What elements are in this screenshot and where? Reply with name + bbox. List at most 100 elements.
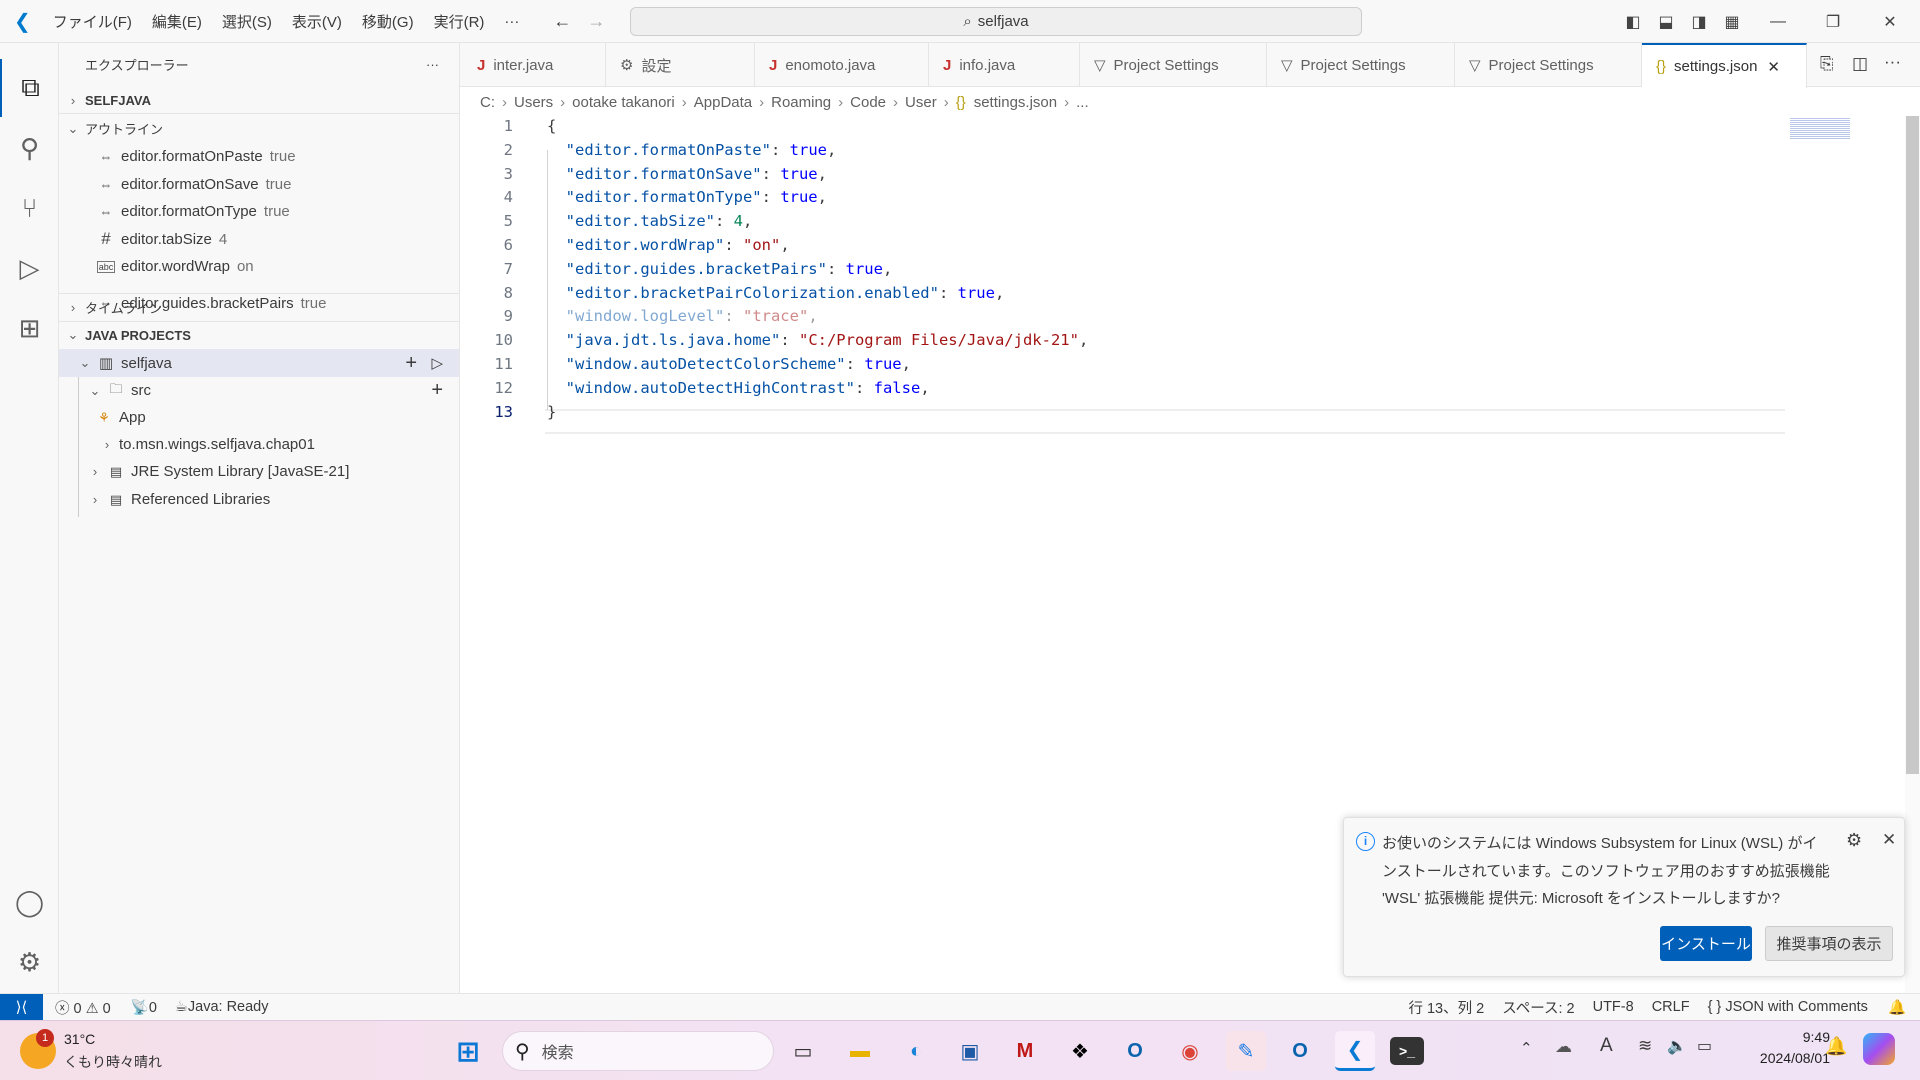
new-outlook-icon[interactable]: O bbox=[1280, 1031, 1320, 1071]
outline-item[interactable]: ⇔ editor.formatOnType true bbox=[59, 198, 459, 225]
taskbar-search[interactable]: ⚲ 検索 bbox=[502, 1031, 774, 1071]
tab-project-settings[interactable]: ▽ Project Settings bbox=[1080, 43, 1267, 87]
code-line[interactable]: "editor.wordWrap": "on", bbox=[547, 233, 790, 257]
crumb[interactable]: ... bbox=[1076, 94, 1089, 111]
settings-gear-icon[interactable]: ⚙ bbox=[0, 933, 59, 991]
wifi-icon[interactable]: ≋ bbox=[1638, 1036, 1652, 1056]
clock-date[interactable]: 2024/08/01 bbox=[1730, 1050, 1830, 1066]
close-window-button[interactable]: ✕ bbox=[1872, 0, 1908, 43]
code-line[interactable]: "editor.guides.bracketPairs": true, bbox=[547, 257, 893, 281]
code-line[interactable]: "window.logLevel": "trace", bbox=[547, 304, 818, 328]
code-line[interactable]: { bbox=[547, 114, 556, 138]
tree-item-src[interactable]: ⌄ 🗀 src + bbox=[59, 377, 459, 404]
notification-bell-icon[interactable]: 🔔 bbox=[1825, 1036, 1847, 1057]
weather-desc[interactable]: くもり時々晴れ bbox=[64, 1052, 162, 1072]
code-line[interactable]: "editor.bracketPairColorization.enabled"… bbox=[547, 281, 1005, 305]
menu-go[interactable]: 移動(G) bbox=[362, 11, 414, 32]
edge-icon[interactable]: ◐ bbox=[896, 1031, 936, 1071]
tab-settings-ui[interactable]: ⚙ 設定 bbox=[606, 43, 755, 87]
open-preview-icon[interactable]: ⎘ bbox=[1820, 54, 1834, 74]
outline-item[interactable]: ⇔ editor.formatOnSave true bbox=[59, 171, 459, 198]
problems-status[interactable]: ⓧ 0 ⚠ 0 bbox=[55, 997, 111, 1018]
outlook-icon[interactable]: O bbox=[1115, 1031, 1155, 1071]
code-line[interactable]: } bbox=[547, 400, 556, 424]
menu-file[interactable]: ファイル(F) bbox=[53, 11, 132, 32]
minimap[interactable] bbox=[1790, 117, 1850, 139]
tree-item-package[interactable]: › to.msn.wings.selfjava.chap01 bbox=[59, 431, 459, 458]
toggle-panel-icon[interactable]: ⬓ bbox=[1648, 0, 1684, 43]
more-actions-icon[interactable]: ··· bbox=[426, 57, 439, 72]
code-line[interactable]: "editor.formatOnSave": true, bbox=[547, 162, 827, 186]
ports-status[interactable]: 📡0 bbox=[131, 999, 157, 1016]
crumb[interactable]: AppData bbox=[694, 94, 752, 111]
scrollbar-thumb[interactable] bbox=[1906, 116, 1919, 774]
tree-item-app[interactable]: ⚘ App bbox=[59, 404, 459, 431]
dropbox-icon[interactable]: ❖ bbox=[1060, 1031, 1100, 1071]
feather-app-icon[interactable]: ✎ bbox=[1226, 1031, 1266, 1071]
clock-time[interactable]: 9:49 bbox=[1730, 1029, 1830, 1045]
java-status[interactable]: ☕Java: Ready bbox=[175, 999, 269, 1015]
back-arrow-icon[interactable]: ← bbox=[553, 11, 571, 32]
code-line[interactable]: "editor.formatOnPaste": true, bbox=[547, 138, 837, 162]
cursor-position[interactable]: 行 13、列 2 bbox=[1408, 997, 1484, 1018]
indentation[interactable]: スペース: 2 bbox=[1502, 997, 1574, 1018]
weather-temp[interactable]: 31°C bbox=[64, 1031, 95, 1047]
menu-view[interactable]: 表示(V) bbox=[292, 11, 342, 32]
tab-inter-java[interactable]: Jinter.java bbox=[463, 43, 606, 87]
forward-arrow-icon[interactable]: → bbox=[587, 11, 605, 32]
toggle-primary-sidebar-icon[interactable]: ◧ bbox=[1615, 0, 1651, 43]
tree-item-jre[interactable]: › ▤ JRE System Library [JavaSE-21] bbox=[59, 458, 459, 485]
volume-icon[interactable]: 🔈 bbox=[1667, 1036, 1687, 1056]
extensions-icon[interactable]: ⊞ bbox=[0, 299, 59, 357]
tree-item-project[interactable]: ⌄ ▥ selfjava + ▷ bbox=[59, 349, 459, 377]
language-mode[interactable]: { } JSON with Comments bbox=[1708, 999, 1868, 1015]
gear-icon[interactable]: ⚙ bbox=[1846, 830, 1862, 851]
tray-chevron-icon[interactable]: ⌃ bbox=[1520, 1039, 1533, 1057]
section-selfjava[interactable]: › SELFJAVA bbox=[59, 87, 459, 114]
code-line[interactable]: "window.autoDetectHighContrast": false, bbox=[547, 376, 930, 400]
section-timeline[interactable]: › タイムライン bbox=[59, 293, 459, 320]
show-recommendations-button[interactable]: 推奨事項の表示 bbox=[1765, 926, 1893, 961]
add-icon[interactable]: + bbox=[405, 352, 417, 375]
outline-item[interactable]: # editor.tabSize 4 bbox=[59, 226, 459, 253]
crumb[interactable]: User bbox=[905, 94, 937, 111]
task-view-icon[interactable]: ▭ bbox=[783, 1031, 823, 1071]
crumb[interactable]: settings.json bbox=[974, 94, 1057, 111]
tab-project-settings[interactable]: ▽ Project Settings bbox=[1267, 43, 1455, 87]
menu-more[interactable]: ··· bbox=[504, 13, 519, 30]
terminal-icon[interactable]: >_ bbox=[1390, 1037, 1424, 1065]
outline-item[interactable]: abc editor.wordWrap on bbox=[59, 253, 459, 280]
add-icon[interactable]: + bbox=[431, 379, 443, 402]
tab-project-settings[interactable]: ▽ Project Settings bbox=[1455, 43, 1642, 87]
search-icon[interactable]: ⚲ bbox=[0, 119, 59, 177]
remote-icon[interactable]: ⟩⟨ bbox=[0, 993, 43, 1021]
tab-settings-json[interactable]: {} settings.json ✕ bbox=[1642, 43, 1807, 88]
tree-item-referenced-libraries[interactable]: › ▤ Referenced Libraries bbox=[59, 486, 459, 513]
code-line[interactable]: "editor.formatOnType": true, bbox=[547, 185, 827, 209]
run-debug-icon[interactable]: ▷ bbox=[431, 354, 443, 372]
source-control-icon[interactable]: ⑂ bbox=[0, 179, 59, 237]
section-java-projects[interactable]: ⌄ JAVA PROJECTS bbox=[59, 321, 459, 348]
mcafee-icon[interactable]: M bbox=[1005, 1031, 1045, 1071]
minimize-button[interactable]: — bbox=[1760, 0, 1796, 43]
outline-item[interactable]: ⇔ editor.formatOnPaste true bbox=[59, 143, 459, 170]
code-line[interactable]: "java.jdt.ls.java.home": "C:/Program Fil… bbox=[547, 328, 1089, 352]
crumb[interactable]: Code bbox=[850, 94, 886, 111]
tab-enomoto-java[interactable]: Jenomoto.java bbox=[755, 43, 929, 87]
chrome-icon[interactable]: ◉ bbox=[1170, 1031, 1210, 1071]
ime-icon[interactable]: A bbox=[1600, 1035, 1613, 1057]
close-tab-icon[interactable]: ✕ bbox=[1767, 58, 1780, 76]
maximize-button[interactable]: ❐ bbox=[1815, 0, 1851, 43]
menu-run[interactable]: 実行(R) bbox=[434, 11, 485, 32]
account-icon[interactable]: ◯ bbox=[0, 873, 59, 931]
encoding[interactable]: UTF-8 bbox=[1593, 999, 1634, 1015]
copilot-icon[interactable] bbox=[1863, 1033, 1895, 1065]
split-editor-icon[interactable]: ◫ bbox=[1852, 54, 1868, 74]
toggle-secondary-sidebar-icon[interactable]: ◨ bbox=[1681, 0, 1717, 43]
crumb[interactable]: Roaming bbox=[771, 94, 831, 111]
install-button[interactable]: インストール bbox=[1660, 926, 1752, 961]
explorer-icon[interactable]: ⧉ bbox=[0, 59, 59, 117]
battery-icon[interactable]: ▭ bbox=[1697, 1036, 1712, 1056]
tab-info-java[interactable]: Jinfo.java bbox=[929, 43, 1080, 87]
notifications-bell-icon[interactable]: 🔔 bbox=[1888, 999, 1906, 1016]
